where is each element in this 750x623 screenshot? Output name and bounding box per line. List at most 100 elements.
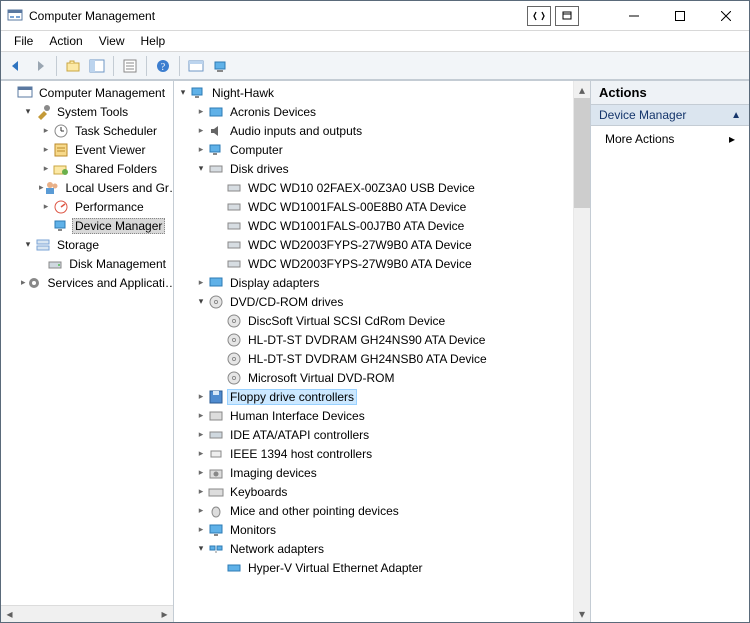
hdd-icon [226, 199, 242, 215]
dvd-item-3[interactable]: Microsoft Virtual DVD-ROM [212, 368, 573, 387]
disk-item-0[interactable]: WDC WD10 02FAEX-00Z3A0 USB Device [212, 178, 573, 197]
computer-management-icon [17, 85, 33, 101]
nav-local-users[interactable]: Local Users and Gr… [39, 178, 173, 197]
computer-icon [190, 85, 206, 101]
shared-folders-icon [53, 161, 69, 177]
cat-disk-drives[interactable]: Disk drives [194, 159, 573, 178]
window-title: Computer Management [29, 9, 155, 23]
menu-file[interactable]: File [7, 32, 40, 50]
nav-storage[interactable]: Storage [21, 235, 173, 254]
disk-item-2[interactable]: WDC WD1001FALS-00J7B0 ATA Device [212, 216, 573, 235]
cat-acronis[interactable]: Acronis Devices [194, 102, 573, 121]
cat-monitors[interactable]: Monitors [194, 520, 573, 539]
display-icon [208, 275, 224, 291]
nav-horizontal-scrollbar[interactable]: ◂ ▸ [1, 605, 173, 622]
tools-icon [35, 104, 51, 120]
dvd-item-1[interactable]: HL-DT-ST DVDRAM GH24NS90 ATA Device [212, 330, 573, 349]
computer-cat-icon [208, 142, 224, 158]
device-manager-icon [53, 218, 69, 234]
floppy-icon [208, 389, 224, 405]
device-root[interactable]: Night-Hawk [176, 83, 573, 102]
hid-icon [208, 408, 224, 424]
menu-help[interactable]: Help [134, 32, 173, 50]
svg-text:?: ? [161, 62, 166, 73]
cat-computer[interactable]: Computer [194, 140, 573, 159]
nav-tree[interactable]: Computer Management System Tools Task Sc… [1, 81, 173, 605]
cat-imaging[interactable]: Imaging devices [194, 463, 573, 482]
title-extra-button-2[interactable] [555, 6, 579, 26]
scroll-right-icon[interactable]: ▸ [156, 606, 173, 623]
audio-icon [208, 123, 224, 139]
nav-disk-management[interactable]: Disk Management [39, 254, 173, 273]
forward-button[interactable] [29, 55, 51, 77]
disk-icon [208, 161, 224, 177]
nav-task-scheduler[interactable]: Task Scheduler [39, 121, 173, 140]
nav-device-manager[interactable]: Device Manager [39, 216, 173, 235]
back-button[interactable] [5, 55, 27, 77]
device-tree[interactable]: Night-Hawk Acronis Devices Audio inputs … [174, 81, 590, 622]
maximize-button[interactable] [657, 1, 703, 31]
scroll-down-icon[interactable]: ▾ [574, 605, 590, 622]
menu-view[interactable]: View [92, 32, 132, 50]
properties-button[interactable] [119, 55, 141, 77]
nav-shared-folders[interactable]: Shared Folders [39, 159, 173, 178]
ide-icon [208, 427, 224, 443]
dvd-icon [208, 294, 224, 310]
actions-header: Actions [591, 81, 749, 105]
minimize-button[interactable] [611, 1, 657, 31]
nav-performance[interactable]: Performance [39, 197, 173, 216]
actions-pane: Actions Device Manager ▲ More Actions ▸ [591, 81, 749, 622]
show-hide-tree-button[interactable] [86, 55, 108, 77]
up-button[interactable] [62, 55, 84, 77]
disc-icon [226, 351, 242, 367]
cat-hid[interactable]: Human Interface Devices [194, 406, 573, 425]
cat-display[interactable]: Display adapters [194, 273, 573, 292]
ieee-icon [208, 446, 224, 462]
nav-services-apps[interactable]: Services and Applicati… [21, 273, 173, 292]
disk-item-3[interactable]: WDC WD2003FYPS-27W9B0 ATA Device [212, 235, 573, 254]
event-viewer-icon [53, 142, 69, 158]
title-extra-button-1[interactable] [527, 6, 551, 26]
cat-floppy[interactable]: Floppy drive controllers [194, 387, 573, 406]
net-item-0[interactable]: Hyper-V Virtual Ethernet Adapter [212, 558, 573, 577]
titlebar: Computer Management [1, 1, 749, 31]
disk-item-4[interactable]: WDC WD2003FYPS-27W9B0 ATA Device [212, 254, 573, 273]
scroll-thumb[interactable] [574, 98, 590, 208]
cat-mice[interactable]: Mice and other pointing devices [194, 501, 573, 520]
scroll-left-icon[interactable]: ◂ [1, 606, 18, 623]
action-more-label: More Actions [605, 132, 674, 146]
collapse-icon: ▲ [731, 110, 741, 121]
details-vertical-scrollbar[interactable]: ▴ ▾ [573, 81, 590, 622]
details-pane: Night-Hawk Acronis Devices Audio inputs … [174, 81, 591, 622]
nav-root[interactable]: Computer Management [3, 83, 173, 102]
nav-system-tools[interactable]: System Tools [21, 102, 173, 121]
menu-action[interactable]: Action [42, 32, 89, 50]
disc-icon [226, 313, 242, 329]
dvd-item-2[interactable]: HL-DT-ST DVDRAM GH24NSB0 ATA Device [212, 349, 573, 368]
cat-audio[interactable]: Audio inputs and outputs [194, 121, 573, 140]
acronis-icon [208, 104, 224, 120]
toolbar-button-a[interactable] [185, 55, 207, 77]
cat-network[interactable]: Network adapters [194, 539, 573, 558]
mouse-icon [208, 503, 224, 519]
disc-icon [226, 370, 242, 386]
cat-ide[interactable]: IDE ATA/ATAPI controllers [194, 425, 573, 444]
cat-dvd[interactable]: DVD/CD-ROM drives [194, 292, 573, 311]
close-button[interactable] [703, 1, 749, 31]
scroll-up-icon[interactable]: ▴ [574, 81, 590, 98]
cat-ieee[interactable]: IEEE 1394 host controllers [194, 444, 573, 463]
dvd-item-0[interactable]: DiscSoft Virtual SCSI CdRom Device [212, 311, 573, 330]
help-button[interactable]: ? [152, 55, 174, 77]
cat-keyboards[interactable]: Keyboards [194, 482, 573, 501]
toolbar: ? [1, 52, 749, 80]
toolbar-button-b[interactable] [209, 55, 231, 77]
nav-event-viewer[interactable]: Event Viewer [39, 140, 173, 159]
window: Computer Management File Action View Hel… [0, 0, 750, 623]
actions-section[interactable]: Device Manager ▲ [591, 105, 749, 126]
disk-item-1[interactable]: WDC WD1001FALS-00E8B0 ATA Device [212, 197, 573, 216]
hdd-icon [226, 256, 242, 272]
action-more[interactable]: More Actions ▸ [591, 126, 749, 152]
content: Computer Management System Tools Task Sc… [1, 80, 749, 622]
menubar: File Action View Help [1, 31, 749, 52]
hdd-icon [226, 180, 242, 196]
